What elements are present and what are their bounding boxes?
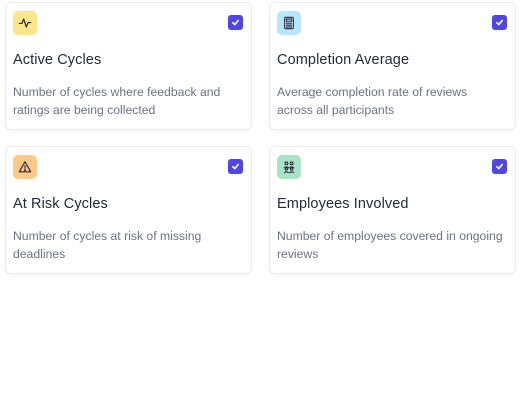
card-description: Number of cycles at risk of missing dead…: [13, 229, 202, 261]
metric-card-employees-involved[interactable]: Employees Involved Number of employees c…: [269, 146, 516, 274]
card-title: Employees Involved: [277, 196, 409, 212]
metric-card-at-risk-cycles[interactable]: At Risk Cycles Number of cycles at risk …: [5, 146, 252, 274]
activity-icon: [13, 11, 37, 35]
card-checkbox[interactable]: [228, 15, 243, 30]
people-icon: [277, 155, 301, 179]
card-title: Completion Average: [277, 52, 410, 68]
metric-card-active-cycles[interactable]: Active Cycles Number of cycles where fee…: [5, 2, 252, 130]
card-checkbox[interactable]: [492, 159, 507, 174]
card-checkbox[interactable]: [228, 159, 243, 174]
metric-card-completion-average[interactable]: Completion Average Average completion ra…: [269, 2, 516, 130]
card-title: At Risk Cycles: [13, 196, 108, 212]
warning-icon: [13, 155, 37, 179]
card-description: Number of employees covered in ongoing r…: [277, 229, 503, 261]
calculator-icon: [277, 11, 301, 35]
card-description: Number of cycles where feedback and rati…: [13, 85, 221, 117]
card-description: Average completion rate of reviews acros…: [277, 85, 468, 117]
card-checkbox[interactable]: [492, 15, 507, 30]
metric-cards-grid: Active Cycles Number of cycles where fee…: [0, 0, 522, 418]
card-title: Active Cycles: [13, 52, 102, 68]
